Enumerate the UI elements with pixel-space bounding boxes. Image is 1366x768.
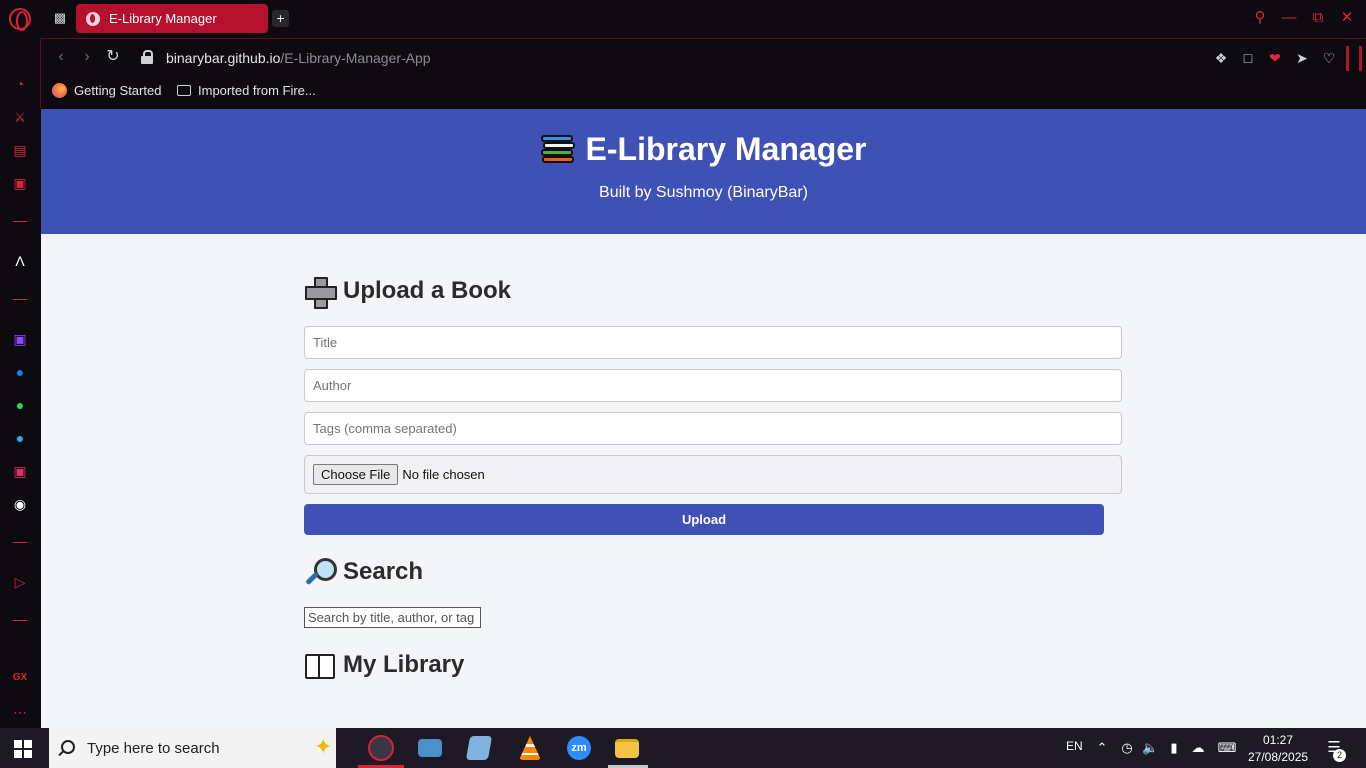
- red-bar: [1346, 46, 1349, 71]
- discord-icon[interactable]: ◉: [10, 494, 30, 514]
- onedrive-icon[interactable]: ☁: [1190, 740, 1206, 756]
- bookmarks-bar: Getting Started Imported from Fire...: [40, 76, 1366, 109]
- url-host: binarybar.github.io: [166, 50, 281, 66]
- sidebar-divider: [13, 221, 27, 222]
- speed-dial-icon[interactable]: ◔: [10, 74, 30, 94]
- books-icon: [540, 133, 575, 167]
- address-bar: ‹ › ↻ binarybar.github.io/E-Library-Mana…: [40, 38, 1366, 76]
- sparkle-icon: ✦: [314, 734, 333, 759]
- web-page: E-Library Manager Built by Sushmoy (Bina…: [41, 109, 1366, 728]
- zoom-icon[interactable]: zm: [567, 736, 591, 760]
- battery-icon[interactable]: ▮: [1166, 740, 1182, 756]
- bookmark-getting-started[interactable]: Getting Started: [52, 83, 161, 98]
- author-input[interactable]: [304, 369, 1122, 402]
- page-title: E-Library Manager: [585, 131, 867, 167]
- choose-file-button[interactable]: Choose File: [313, 464, 399, 485]
- pocket-icon[interactable]: ❤: [1266, 49, 1284, 67]
- gx-corner-icon[interactable]: GX: [10, 668, 30, 688]
- upload-heading-text: Upload a Book: [343, 277, 512, 304]
- bookmark-label: Getting Started: [74, 83, 162, 98]
- plus-icon: [304, 276, 337, 309]
- sidebar-divider: [13, 299, 27, 300]
- telegram-icon[interactable]: ●: [10, 428, 30, 448]
- opera-menu-icon[interactable]: [9, 8, 31, 31]
- clock-date[interactable]: 27/08/2025: [1248, 750, 1308, 764]
- upload-button[interactable]: Upload: [304, 504, 1104, 535]
- magnifier-icon: [304, 557, 337, 587]
- opera-gx-taskbar-icon[interactable]: [368, 735, 394, 761]
- taskbar-search-box[interactable]: Type here to search ✦: [49, 728, 336, 768]
- chevron-up-icon[interactable]: ⌃: [1094, 740, 1110, 756]
- bookmark-label: Imported from Fire...: [198, 83, 316, 98]
- tab-title: E-Library Manager: [109, 11, 217, 26]
- vlc-icon[interactable]: [519, 736, 541, 760]
- search-section-heading: Search: [304, 557, 423, 587]
- snapshot-icon[interactable]: □: [1239, 49, 1257, 67]
- player-icon[interactable]: ▷: [10, 572, 30, 592]
- this-pc-icon[interactable]: [418, 739, 442, 757]
- library-section-heading: My Library: [304, 650, 464, 680]
- library-heading-text: My Library: [343, 651, 465, 678]
- instagram-icon[interactable]: ▣: [10, 461, 30, 481]
- header-title-row: E-Library Manager: [41, 131, 1366, 168]
- lock-icon[interactable]: [141, 50, 153, 64]
- url-field[interactable]: binarybar.github.io/E-Library-Manager-Ap…: [166, 50, 431, 66]
- tags-input[interactable]: [304, 412, 1122, 445]
- wifi-icon[interactable]: ◷: [1119, 740, 1135, 756]
- title-input[interactable]: [304, 326, 1122, 359]
- search-input[interactable]: [304, 607, 481, 628]
- firefox-icon: [52, 83, 67, 98]
- clock-time[interactable]: 01:27: [1263, 733, 1293, 747]
- page-subtitle: Built by Sushmoy (BinaryBar): [599, 184, 808, 201]
- maximize-button[interactable]: ⧉: [1309, 9, 1327, 27]
- sidebar-divider: [13, 620, 27, 621]
- minimize-button[interactable]: —: [1280, 9, 1298, 27]
- search-heading-text: Search: [343, 558, 424, 585]
- forward-button[interactable]: ›: [78, 48, 96, 66]
- search-icon: [61, 739, 75, 754]
- close-window-button[interactable]: ✕: [1338, 9, 1356, 27]
- taskbar-search-text: Type here to search: [87, 739, 220, 757]
- windows-start-icon[interactable]: [14, 740, 32, 758]
- sidebar-divider: [13, 542, 27, 543]
- more-options-icon[interactable]: ⋯: [10, 702, 30, 722]
- send-icon[interactable]: ➤: [1293, 49, 1311, 67]
- page-header: E-Library Manager Built by Sushmoy (Bina…: [41, 109, 1366, 234]
- notification-badge: 2: [1333, 749, 1346, 762]
- upload-section-heading: Upload a Book: [304, 276, 512, 309]
- browser-sidebar: ◔ ⚔ ▤ ▣ Λ ▣ ● ● ● ▣ ◉ ▷ GX ⋯: [0, 38, 40, 728]
- heart-icon[interactable]: ♡: [1320, 49, 1338, 67]
- tab-islands-icon[interactable]: ▤: [10, 140, 30, 160]
- whatsapp-icon[interactable]: ●: [10, 395, 30, 415]
- ai-icon[interactable]: ⚔: [10, 107, 30, 127]
- file-input: Choose File No file chosen: [304, 455, 1122, 494]
- volume-icon[interactable]: 🔈: [1142, 740, 1158, 756]
- folder-icon: [177, 85, 191, 96]
- bookmark-imported-folder[interactable]: Imported from Fire...: [177, 83, 316, 98]
- url-path: /E-Library-Manager-App: [280, 50, 431, 66]
- search-tabs-icon[interactable]: ⚲: [1251, 9, 1269, 27]
- file-explorer-icon[interactable]: [615, 739, 639, 758]
- file-status: No file chosen: [402, 467, 485, 482]
- globe-icon: [86, 11, 100, 26]
- messenger-icon[interactable]: ●: [10, 362, 30, 382]
- pin-icon[interactable]: ❖: [1212, 49, 1230, 67]
- twitch-icon[interactable]: ▣: [10, 329, 30, 349]
- keyboard-icon[interactable]: ⌨: [1216, 740, 1238, 756]
- windows-taskbar: Type here to search ✦ zm EN ⌃ ◷ 🔈 ▮ ☁ ⌨ …: [0, 728, 1366, 768]
- music-player-icon[interactable]: ▣: [10, 173, 30, 193]
- red-bar: [1359, 46, 1362, 71]
- language-indicator[interactable]: EN: [1066, 739, 1083, 753]
- open-book-icon: [304, 650, 335, 680]
- back-button[interactable]: ‹: [52, 48, 70, 66]
- new-tab-button[interactable]: +: [272, 10, 289, 27]
- aria-icon[interactable]: Λ: [10, 251, 30, 271]
- browser-tab-bar: ▩ E-Library Manager + ⚲ — ⧉ ✕: [0, 0, 1366, 38]
- notepad-icon[interactable]: [465, 736, 493, 760]
- browser-tab[interactable]: E-Library Manager: [76, 4, 268, 33]
- workspaces-icon[interactable]: ▩: [52, 11, 68, 25]
- reload-button[interactable]: ↻: [104, 48, 122, 66]
